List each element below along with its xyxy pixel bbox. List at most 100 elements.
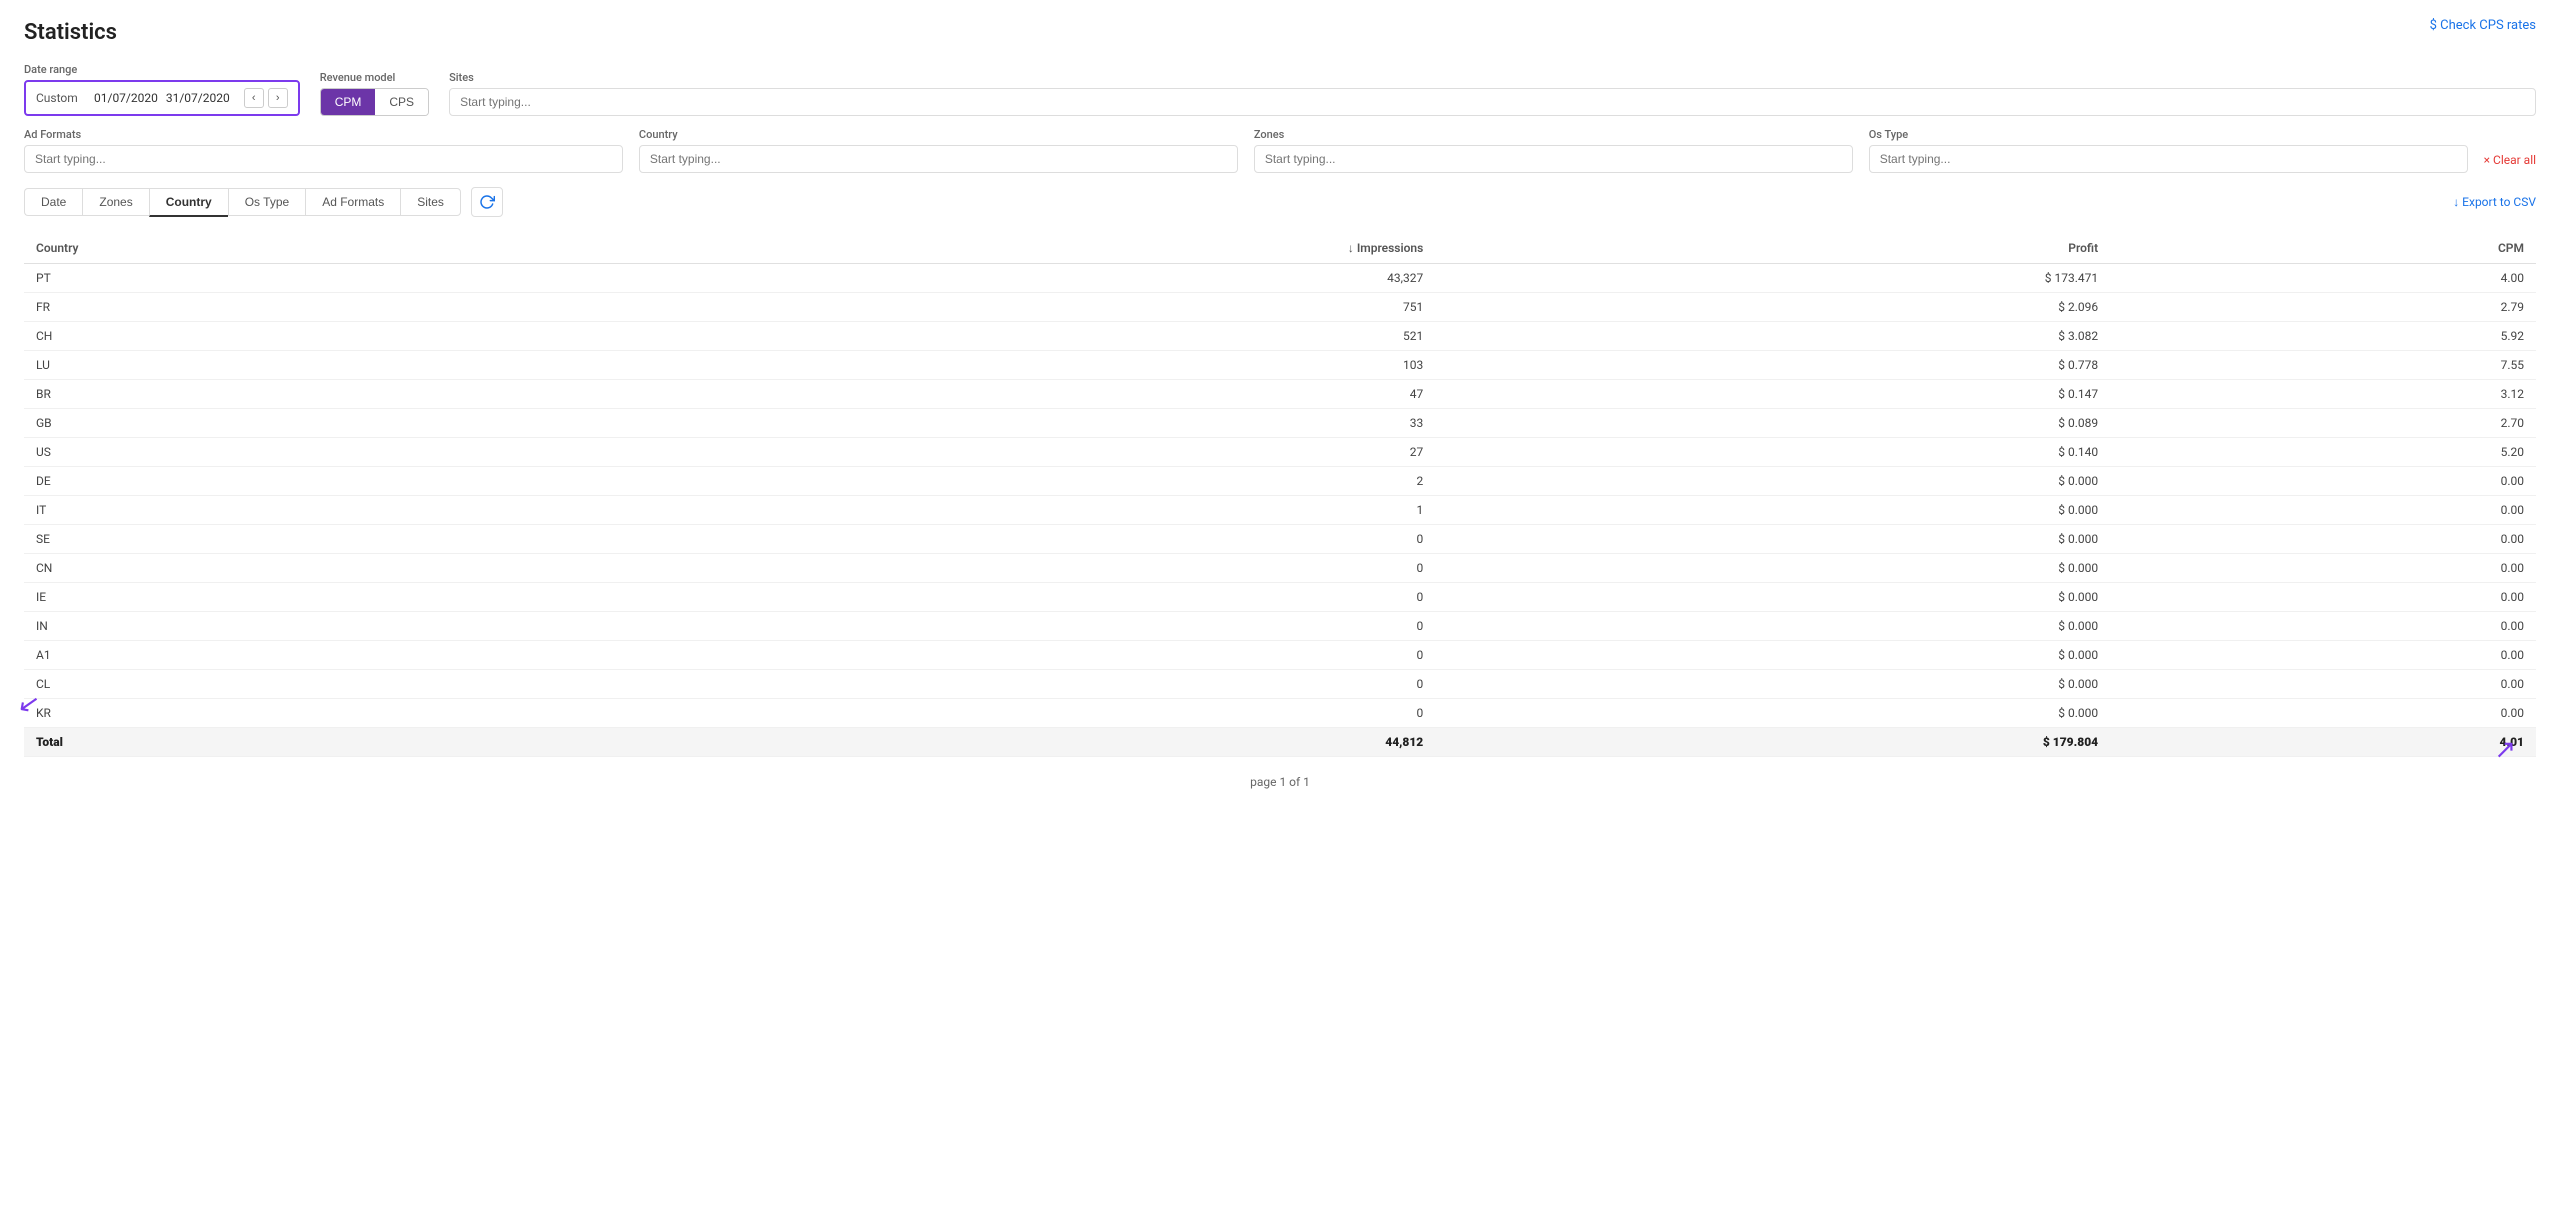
footer-impressions: 44,812 — [589, 728, 1435, 757]
cell-profit: $ 0.089 — [1435, 409, 2110, 438]
tab-os-type[interactable]: Os Type — [228, 188, 305, 216]
cell-cpm: 7.55 — [2110, 351, 2536, 380]
cell-impressions: 0 — [589, 641, 1435, 670]
cell-country: KR — [24, 699, 589, 728]
table-header-row: Country ↓ Impressions Profit CPM — [24, 233, 2536, 264]
table-row: KR 0 $ 0.000 0.00 — [24, 699, 2536, 728]
ad-formats-group: Ad Formats — [24, 128, 623, 173]
sites-input-group: Sites — [449, 71, 2536, 116]
cell-profit: $ 0.000 — [1435, 583, 2110, 612]
cell-country: CH — [24, 322, 589, 351]
cell-cpm: 2.79 — [2110, 293, 2536, 322]
cell-profit: $ 0.000 — [1435, 525, 2110, 554]
tab-date[interactable]: Date — [24, 188, 82, 216]
tab-ad-formats[interactable]: Ad Formats — [305, 188, 400, 216]
tab-country[interactable]: Country — [149, 188, 228, 217]
cell-profit: $ 0.000 — [1435, 467, 2110, 496]
country-filter-input[interactable] — [639, 145, 1238, 173]
cell-profit: $ 0.000 — [1435, 699, 2110, 728]
date-next-btn[interactable]: › — [268, 88, 288, 108]
cell-cpm: 0.00 — [2110, 467, 2536, 496]
zones-group: Zones — [1254, 128, 1853, 173]
cpm-btn[interactable]: CPM — [321, 89, 376, 115]
cell-cpm: 0.00 — [2110, 699, 2536, 728]
cell-country: IE — [24, 583, 589, 612]
cell-profit: $ 0.147 — [1435, 380, 2110, 409]
revenue-model-label: Revenue model — [320, 71, 429, 84]
cell-country: DE — [24, 467, 589, 496]
date-start: 01/07/2020 — [94, 91, 158, 105]
date-prev-btn[interactable]: ‹ — [244, 88, 264, 108]
cell-profit: $ 0.778 — [1435, 351, 2110, 380]
cell-cpm: 5.92 — [2110, 322, 2536, 351]
refresh-btn[interactable] — [471, 187, 503, 217]
export-csv-link[interactable]: ↓ Export to CSV — [2453, 195, 2536, 209]
table-row: DE 2 $ 0.000 0.00 — [24, 467, 2536, 496]
cell-cpm: 0.00 — [2110, 554, 2536, 583]
table-row: GB 33 $ 0.089 2.70 — [24, 409, 2536, 438]
cell-impressions: 33 — [589, 409, 1435, 438]
refresh-icon — [479, 194, 495, 210]
cell-profit: $ 0.000 — [1435, 554, 2110, 583]
check-cps-link[interactable]: $ Check CPS rates — [2430, 18, 2536, 33]
cell-impressions: 751 — [589, 293, 1435, 322]
filters-section: Date range Custom 01/07/2020 31/07/2020 … — [24, 63, 2536, 173]
table-row: CL 0 $ 0.000 0.00 — [24, 670, 2536, 699]
cell-cpm: 0.00 — [2110, 583, 2536, 612]
ad-formats-input[interactable] — [24, 145, 623, 173]
col-profit: Profit — [1435, 233, 2110, 264]
footer-profit: $ 179.804 — [1435, 728, 2110, 757]
cell-cpm: 2.70 — [2110, 409, 2536, 438]
table-row: IT 1 $ 0.000 0.00 — [24, 496, 2536, 525]
pagination: page 1 of 1 — [24, 775, 2536, 789]
cell-country: FR — [24, 293, 589, 322]
sites-input[interactable] — [449, 88, 2536, 116]
cell-country: LU — [24, 351, 589, 380]
cell-cpm: 0.00 — [2110, 612, 2536, 641]
cell-profit: $ 0.000 — [1435, 670, 2110, 699]
cell-impressions: 0 — [589, 670, 1435, 699]
clear-all-link[interactable]: × Clear all — [2484, 153, 2536, 173]
cell-cpm: 0.00 — [2110, 670, 2536, 699]
cell-impressions: 2 — [589, 467, 1435, 496]
cell-country: IN — [24, 612, 589, 641]
cell-profit: $ 2.096 — [1435, 293, 2110, 322]
cell-impressions: 0 — [589, 612, 1435, 641]
cell-profit: $ 0.140 — [1435, 438, 2110, 467]
table-row: IE 0 $ 0.000 0.00 — [24, 583, 2536, 612]
table-body: PT 43,327 $ 173.471 4.00 FR 751 $ 2.096 … — [24, 264, 2536, 728]
table-row: CH 521 $ 3.082 5.92 — [24, 322, 2536, 351]
cell-profit: $ 0.000 — [1435, 496, 2110, 525]
cell-cpm: 5.20 — [2110, 438, 2536, 467]
date-end: 31/07/2020 — [166, 91, 230, 105]
sites-label: Sites — [449, 71, 2536, 84]
filter-row-1: Date range Custom 01/07/2020 31/07/2020 … — [24, 63, 2536, 116]
table-footer-row: Total 44,812 $ 179.804 4.01 — [24, 728, 2536, 757]
os-type-input[interactable] — [1869, 145, 2468, 173]
col-impressions[interactable]: ↓ Impressions — [589, 233, 1435, 264]
revenue-model-btn-group: CPM CPS — [320, 88, 429, 116]
table-row: LU 103 $ 0.778 7.55 — [24, 351, 2536, 380]
revenue-model-group: Revenue model CPM CPS — [320, 71, 429, 116]
cell-cpm: 0.00 — [2110, 641, 2536, 670]
cell-impressions: 103 — [589, 351, 1435, 380]
cps-btn[interactable]: CPS — [375, 89, 428, 115]
cell-profit: $ 0.000 — [1435, 641, 2110, 670]
tab-sites[interactable]: Sites — [400, 188, 461, 216]
country-filter-group: Country — [639, 128, 1238, 173]
cell-profit: $ 3.082 — [1435, 322, 2110, 351]
date-range-box[interactable]: Custom 01/07/2020 31/07/2020 ‹ › — [24, 80, 300, 116]
cell-country: IT — [24, 496, 589, 525]
col-country: Country — [24, 233, 589, 264]
cell-cpm: 3.12 — [2110, 380, 2536, 409]
cell-cpm: 0.00 — [2110, 525, 2536, 554]
pagination-text: page 1 of 1 — [1250, 775, 1310, 789]
annotation-arrow-right: ↗ — [2494, 735, 2516, 765]
table-row: PT 43,327 $ 173.471 4.00 — [24, 264, 2536, 293]
tab-zones[interactable]: Zones — [82, 188, 148, 216]
zones-input[interactable] — [1254, 145, 1853, 173]
cell-country: US — [24, 438, 589, 467]
col-cpm: CPM — [2110, 233, 2536, 264]
page-title: Statistics — [24, 20, 2536, 45]
table-row: US 27 $ 0.140 5.20 — [24, 438, 2536, 467]
